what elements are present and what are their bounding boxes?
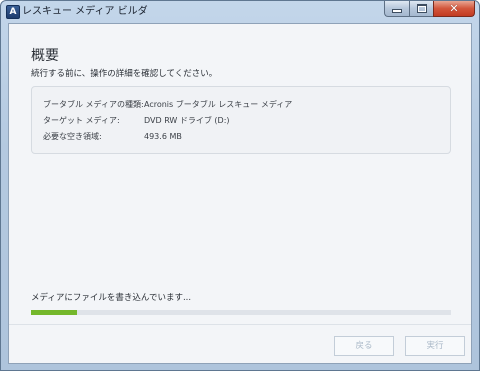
- window-title: レスキュー メディア ビルダ: [22, 6, 148, 17]
- minimize-button[interactable]: [384, 1, 409, 17]
- summary-label: ブータブル メディアの種類:: [43, 100, 144, 109]
- summary-row-media-type: ブータブル メディアの種類: Acronis ブータブル レスキュー メディア: [43, 99, 443, 111]
- back-button[interactable]: 戻る: [334, 336, 394, 356]
- maximize-button[interactable]: [409, 1, 433, 17]
- maximize-icon: [416, 4, 427, 13]
- summary-value: DVD RW ドライブ (D:): [144, 116, 230, 125]
- title-bar[interactable]: A レスキュー メディア ビルダ ✕: [1, 1, 479, 23]
- summary-value: Acronis ブータブル レスキュー メディア: [144, 100, 293, 109]
- caption-buttons: ✕: [384, 1, 475, 18]
- page-subtitle: 続行する前に、操作の詳細を確認してください。: [31, 69, 218, 79]
- progress-bar: [31, 310, 451, 315]
- wizard-content: 概要 続行する前に、操作の詳細を確認してください。 ブータブル メディアの種類:…: [8, 23, 472, 364]
- wizard-footer: 戻る 実行: [9, 325, 471, 363]
- page-title: 概要: [31, 48, 59, 64]
- app-window: A レスキュー メディア ビルダ ✕ 概要 続行する前に、操作の詳細を確認してく…: [0, 0, 480, 371]
- progress-bar-fill: [31, 310, 78, 315]
- run-button[interactable]: 実行: [405, 336, 465, 356]
- close-button[interactable]: ✕: [433, 1, 475, 17]
- progress-status-text: メディアにファイルを書き込んでいます...: [31, 293, 192, 303]
- minimize-icon: [392, 9, 402, 13]
- summary-value: 493.6 MB: [144, 132, 182, 141]
- summary-label: ターゲット メディア:: [43, 116, 120, 125]
- summary-row-target-media: ターゲット メディア: DVD RW ドライブ (D:): [43, 115, 443, 127]
- close-icon: ✕: [449, 2, 459, 15]
- summary-panel: ブータブル メディアの種類: Acronis ブータブル レスキュー メディア …: [31, 86, 451, 154]
- summary-row-required-space: 必要な空き領域: 493.6 MB: [43, 131, 443, 143]
- summary-label: 必要な空き領域:: [43, 132, 102, 141]
- acronis-app-icon[interactable]: A: [6, 5, 20, 19]
